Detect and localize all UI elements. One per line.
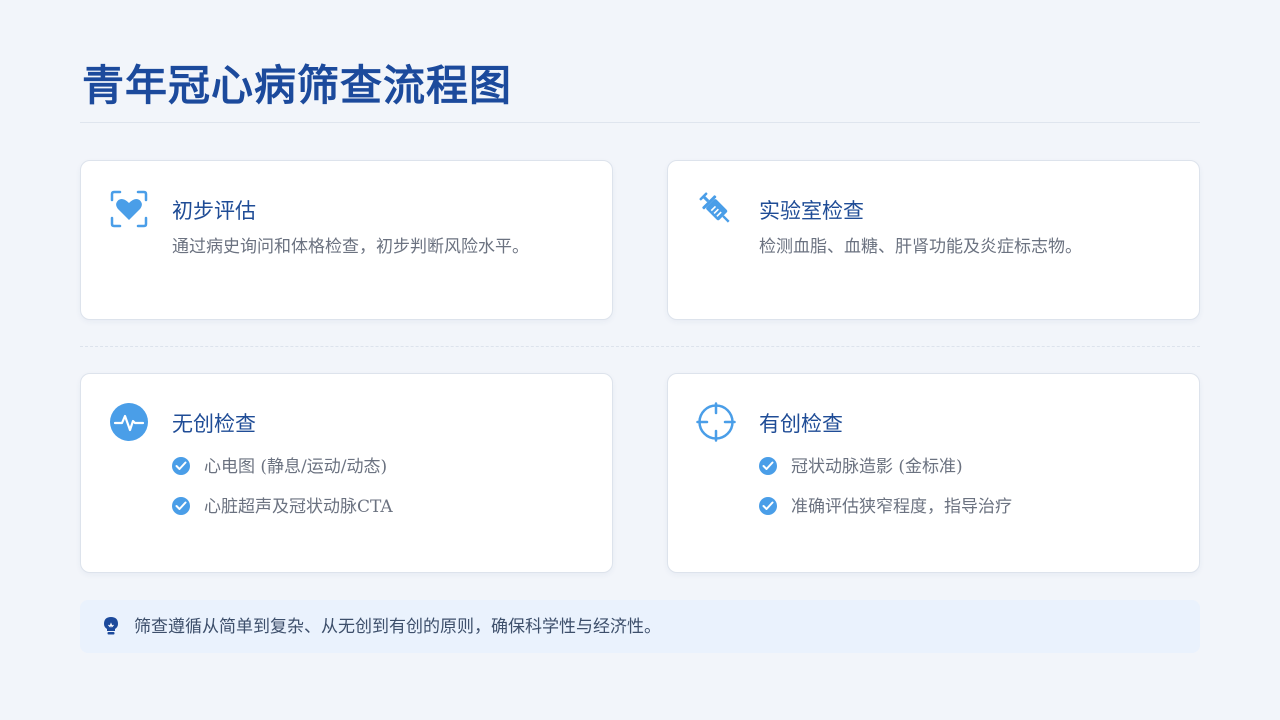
lab-tests-card: 实验室检查 检测血脂、血糖、肝肾功能及炎症标志物。 [667, 160, 1200, 320]
check-circle-icon [172, 456, 190, 475]
heart-scan-icon [109, 189, 149, 229]
noninvasive-exam-card: 无创检查 心电图 (静息/运动/动态) 心脏超声及冠状动脉CTA [80, 373, 613, 573]
crosshairs-icon [696, 402, 736, 442]
list-item: 心脏超声及冠状动脉CTA [172, 494, 393, 520]
card-title: 实验室检查 [759, 199, 864, 223]
initial-assessment-card: 初步评估 通过病史询问和体格检查，初步判断风险水平。 [80, 160, 613, 320]
list-item-text: 心电图 (静息/运动/动态) [204, 457, 388, 477]
summary-note: 筛查遵循从简单到复杂、从无创到有创的原则，确保科学性与经济性。 [80, 600, 1200, 653]
list-item: 准确评估狭窄程度，指导治疗 [759, 494, 1012, 520]
summary-text: 筛查遵循从简单到复杂、从无创到有创的原则，确保科学性与经济性。 [134, 617, 661, 637]
card-description: 检测血脂、血糖、肝肾功能及炎症标志物。 [759, 237, 1082, 257]
card-title: 有创检查 [759, 412, 843, 436]
list-item: 心电图 (静息/运动/动态) [172, 454, 387, 480]
list-item-text: 冠状动脉造影 (金标准) [791, 457, 963, 477]
page-title: 青年冠心病筛查流程图 [82, 61, 513, 110]
card-description: 通过病史询问和体格检查，初步判断风险水平。 [172, 237, 529, 257]
heartbeat-icon [109, 402, 149, 442]
list-item: 冠状动脉造影 (金标准) [759, 454, 963, 480]
lightbulb-icon [102, 616, 120, 636]
invasive-exam-card: 有创检查 冠状动脉造影 (金标准) 准确评估狭窄程度，指导治疗 [667, 373, 1200, 573]
card-title: 无创检查 [172, 412, 256, 436]
section-divider [80, 346, 1200, 347]
list-item-text: 心脏超声及冠状动脉CTA [204, 497, 393, 517]
list-item-text: 准确评估狭窄程度，指导治疗 [791, 497, 1012, 517]
title-divider [80, 122, 1200, 123]
card-title: 初步评估 [172, 199, 256, 223]
syringe-icon [696, 189, 736, 229]
check-circle-icon [172, 496, 190, 515]
check-circle-icon [759, 496, 777, 515]
check-circle-icon [759, 456, 777, 475]
